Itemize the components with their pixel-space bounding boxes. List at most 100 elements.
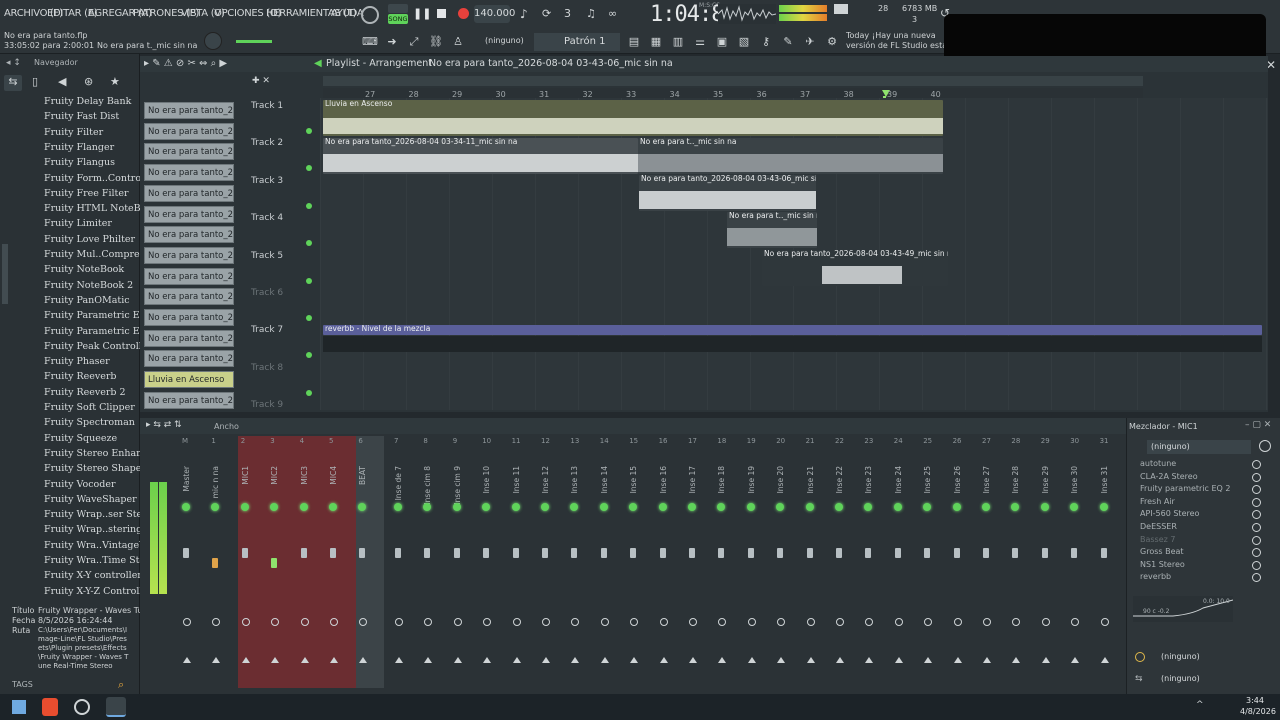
channel-button[interactable]: No era para tanto_2026- bbox=[144, 329, 234, 347]
pan-knob[interactable] bbox=[658, 503, 667, 511]
tags-label[interactable]: TAGS bbox=[12, 680, 33, 689]
pan-knob[interactable] bbox=[1099, 503, 1108, 511]
route-indicator[interactable] bbox=[300, 618, 309, 626]
browser-star-icon[interactable]: ★ bbox=[110, 75, 120, 88]
settings-icon[interactable]: ⚙ bbox=[824, 34, 840, 50]
volume-fader[interactable] bbox=[571, 548, 578, 558]
mixer-slot[interactable]: Gross Beat bbox=[1140, 547, 1184, 556]
send-arrow-icon[interactable] bbox=[806, 657, 815, 663]
send-arrow-icon[interactable] bbox=[330, 657, 338, 663]
obs-icon[interactable] bbox=[74, 699, 90, 715]
send-arrow-icon[interactable] bbox=[924, 657, 933, 663]
tempo-display[interactable]: 140.000 bbox=[474, 5, 515, 23]
track-label[interactable]: Track 8 bbox=[251, 363, 283, 373]
pan-knob[interactable] bbox=[805, 503, 814, 511]
mixer-width-label[interactable]: Ancho bbox=[214, 422, 239, 431]
volume-fader[interactable] bbox=[777, 548, 784, 558]
pan-knob[interactable] bbox=[541, 503, 549, 511]
slot-mix-knob[interactable] bbox=[1252, 523, 1261, 532]
send-arrow-icon[interactable] bbox=[212, 657, 221, 663]
browser-plugin-item[interactable]: Fruity Phaser bbox=[44, 356, 110, 367]
pan-knob[interactable] bbox=[452, 503, 461, 511]
volume-fader[interactable] bbox=[183, 548, 189, 558]
mixer-slot[interactable]: reverbb bbox=[1140, 572, 1171, 581]
browser-plugin-item[interactable]: Fruity Parametric EQ bbox=[44, 310, 147, 321]
tools-icon[interactable]: ✎ bbox=[780, 34, 796, 50]
send-arrow-icon[interactable] bbox=[359, 657, 368, 663]
playlist-icon[interactable]: ▤ bbox=[626, 34, 642, 50]
mixer-slot[interactable]: CLA-2A Stereo bbox=[1140, 472, 1198, 481]
volume-fader[interactable] bbox=[894, 548, 901, 558]
mixer-slot[interactable]: Fresh Air bbox=[1140, 497, 1175, 506]
menu-ayuda[interactable]: AYUDA bbox=[331, 8, 364, 19]
track-label[interactable]: Track 1 bbox=[251, 101, 283, 111]
browser-plugin-item[interactable]: Fruity Flangus bbox=[44, 157, 115, 168]
clip-track3[interactable]: No era para tanto_2026-08-04 03-43-06_mi… bbox=[639, 175, 816, 211]
send-arrow-icon[interactable] bbox=[241, 657, 250, 663]
playlist-scrollbar[interactable] bbox=[323, 76, 1143, 86]
browser-plugin-item[interactable]: Fruity Delay Bank bbox=[44, 96, 131, 107]
browser-plugin-item[interactable]: Fruity Filter bbox=[44, 127, 103, 138]
browser-icon[interactable]: ▣ bbox=[714, 34, 730, 50]
playlist-arrow-icon[interactable]: ◀ bbox=[314, 58, 322, 69]
wait-icon[interactable]: ⟳ bbox=[542, 7, 558, 21]
brave-browser-icon[interactable] bbox=[42, 698, 58, 716]
browser-plugin-item[interactable]: Fruity PanOMatic bbox=[44, 295, 130, 306]
pan-knob[interactable] bbox=[599, 503, 608, 511]
browser-plugin-item[interactable]: Fruity Love Philter bbox=[44, 234, 135, 245]
volume-fader[interactable] bbox=[865, 548, 872, 558]
route-indicator[interactable] bbox=[183, 618, 191, 626]
browser-plugin-item[interactable]: Fruity Free Filter bbox=[44, 188, 129, 199]
pan-knob[interactable] bbox=[240, 503, 249, 511]
track-label[interactable]: Track 9 bbox=[251, 400, 283, 410]
track-label[interactable]: Track 3 bbox=[251, 176, 283, 186]
pause-icon[interactable]: ❚❚ bbox=[413, 7, 431, 21]
pan-knob[interactable] bbox=[511, 503, 520, 511]
clock-date[interactable]: 4/8/2026 bbox=[1240, 707, 1276, 716]
route-indicator[interactable] bbox=[241, 618, 250, 626]
route-indicator[interactable] bbox=[1041, 618, 1050, 626]
pan-knob[interactable] bbox=[952, 503, 961, 511]
record-icon[interactable] bbox=[458, 8, 469, 19]
browser-plugin-item[interactable]: Fruity Stereo Shaper bbox=[44, 463, 146, 474]
route-indicator[interactable] bbox=[689, 618, 697, 626]
pan-knob[interactable] bbox=[1040, 503, 1049, 511]
clip-track4[interactable]: No era para t.._mic sin na bbox=[727, 212, 817, 248]
song-mode-badge[interactable]: SONG bbox=[388, 14, 408, 24]
browser-plugin-item[interactable]: Fruity X-Y controller bbox=[44, 570, 142, 581]
mixer-preset-select[interactable]: (ninguno) bbox=[1147, 440, 1251, 454]
route-indicator[interactable] bbox=[330, 618, 338, 626]
step-edit-icon[interactable]: ♫ bbox=[586, 7, 602, 21]
channel-button[interactable]: No era para tanto_2026- bbox=[144, 226, 234, 244]
slot-mix-knob[interactable] bbox=[1252, 535, 1261, 545]
browser-menu-icon[interactable]: ◂ ↕ bbox=[6, 58, 21, 68]
windows-start-icon[interactable] bbox=[12, 700, 26, 714]
news-line-1[interactable]: ¡Hay una nueva bbox=[872, 31, 936, 40]
route-indicator[interactable] bbox=[953, 618, 962, 626]
send-arrow-icon[interactable] bbox=[689, 657, 697, 663]
send-arrow-icon[interactable] bbox=[718, 657, 727, 663]
send-arrow-icon[interactable] bbox=[630, 657, 639, 663]
browser-plugin-item[interactable]: Fruity NoteBook bbox=[44, 264, 124, 275]
track-label[interactable]: Track 7 bbox=[251, 325, 283, 335]
volume-fader[interactable] bbox=[1041, 548, 1048, 558]
send-arrow-icon[interactable] bbox=[453, 657, 462, 663]
clip-lluvia[interactable]: Lluvia en Ascenso bbox=[323, 100, 943, 136]
pan-knob[interactable] bbox=[982, 503, 990, 511]
mixer-slot[interactable]: DeESSER bbox=[1140, 522, 1177, 531]
send-arrow-icon[interactable] bbox=[424, 657, 433, 663]
volume-fader[interactable] bbox=[924, 548, 931, 558]
slot-mix-knob[interactable] bbox=[1252, 472, 1261, 482]
channel-button[interactable]: No era para tanto_2026- bbox=[144, 164, 234, 182]
volume-fader[interactable] bbox=[659, 548, 666, 558]
route-indicator[interactable] bbox=[1100, 618, 1109, 626]
route-indicator[interactable] bbox=[395, 618, 403, 626]
browser-plugin-item[interactable]: Fruity Spectroman bbox=[44, 417, 135, 428]
browser-plugin-item[interactable]: Fruity NoteBook 2 bbox=[44, 280, 133, 291]
channel-button[interactable]: No era para tanto_2026- bbox=[144, 350, 234, 368]
volume-fader[interactable] bbox=[806, 548, 813, 558]
volume-fader[interactable] bbox=[330, 548, 336, 558]
route-indicator[interactable] bbox=[747, 618, 756, 626]
channel-rack-icon[interactable]: ▦ bbox=[648, 34, 664, 50]
clip-automation[interactable]: reverbb - Nivel de la mezcla bbox=[323, 325, 1262, 335]
